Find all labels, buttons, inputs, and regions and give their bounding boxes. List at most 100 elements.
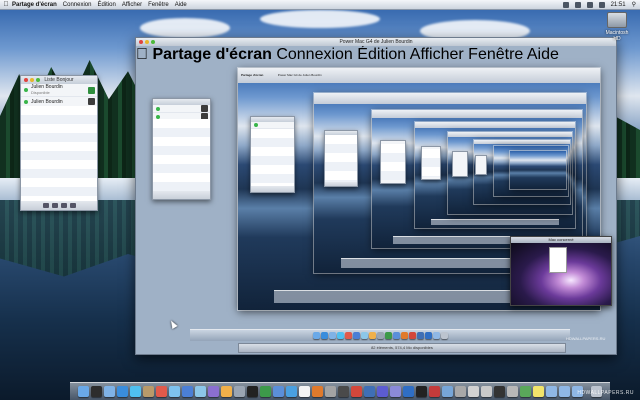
chess-icon[interactable] [325,386,336,397]
dashboard-icon[interactable] [91,386,102,397]
nested-buddy-toolbar [153,191,210,199]
menu-aide[interactable]: Aide [175,2,187,8]
dock [70,382,610,400]
console-icon[interactable] [494,386,505,397]
minimize-button[interactable] [145,40,149,44]
close-button[interactable] [24,78,28,82]
battery-icon[interactable] [598,1,605,8]
image-capture-icon[interactable] [442,386,453,397]
screen-sharing-icon[interactable] [273,386,284,397]
photo-booth-icon[interactable] [351,386,362,397]
remote-menubar:  Partage d'écran Connexion Édition Affi… [136,46,616,64]
iphoto-icon[interactable] [195,386,206,397]
online-status-icon [254,123,258,127]
nested-buddy-titlebar [251,117,294,122]
ical-icon[interactable] [156,386,167,397]
zoom-button[interactable] [36,78,40,82]
hard-drive-label: Macintosh HD [605,30,629,42]
calculator-icon[interactable] [312,386,323,397]
volume-icon[interactable] [586,1,593,8]
apple-menu-icon[interactable]:  [0,1,12,8]
documents-folder-icon[interactable] [546,386,557,397]
remote-apple-icon:  [136,46,148,63]
garageband-icon[interactable] [221,386,232,397]
font-book-icon[interactable] [429,386,440,397]
menu-extras: 21:51 ⚲ [562,1,640,8]
script-editor-icon[interactable] [468,386,479,397]
remote-ical-icon [344,332,352,339]
safari-icon[interactable] [117,386,128,397]
menu-afficher[interactable]: Afficher [122,2,142,8]
menu-clock[interactable]: 21:51 [611,2,626,8]
remote-quicktime-icon [424,332,432,339]
wifi-icon[interactable] [574,1,581,8]
remote-finder-icon [312,332,320,339]
cloud [140,18,230,38]
mail-icon[interactable] [104,386,115,397]
system-preferences-icon[interactable] [234,386,245,397]
stickies-icon[interactable] [533,386,544,397]
menu-fenetre[interactable]: Fenêtre [148,2,169,8]
bonjour-buddy-list-window[interactable]: Liste Bonjour Julien Bourdin Disponible … [20,75,98,211]
screen-share-icon[interactable] [69,203,76,208]
dictionary-icon[interactable] [338,386,349,397]
nested-menu-app-name: Partage d'écran [241,73,264,78]
dvd-player-icon[interactable] [416,386,427,397]
time-machine-icon[interactable] [364,386,375,397]
nested-menubar [415,122,575,129]
hard-drive-icon [607,12,627,28]
app-store-icon[interactable] [286,386,297,397]
buddy-list-item[interactable]: Julien Bourdin Disponible [21,84,97,97]
nested-buddy-empty [251,129,294,186]
itunes-icon[interactable] [182,386,193,397]
automator-icon[interactable] [455,386,466,397]
nested-buddy-list [324,130,358,187]
nested-menubar [448,132,572,137]
nested-buddy-row [251,122,294,129]
textedit-icon[interactable] [299,386,310,397]
menu-connexion[interactable]: Connexion [63,2,92,8]
online-status-icon [156,106,160,111]
font-icon[interactable] [42,203,49,208]
imovie-icon[interactable] [208,386,219,397]
spaces-icon[interactable] [377,386,388,397]
remote-safari-icon [320,332,328,339]
address-book-icon[interactable] [143,386,154,397]
downloads-folder-icon[interactable] [559,386,570,397]
video-chat-icon[interactable] [88,86,95,94]
buddy-list-titlebar[interactable]: Liste Bonjour [21,76,97,84]
preview-icon[interactable] [169,386,180,397]
remote-itunes-icon [352,332,360,339]
bluetooth-icon[interactable] [562,1,569,8]
hard-drive-desktop-icon[interactable]: Macintosh HD [602,12,632,42]
window-titlebar[interactable]: Power Mac G4 de Julien Bourdin [136,38,616,46]
expose-icon[interactable] [390,386,401,397]
keychain-icon[interactable] [507,386,518,397]
terminal-icon[interactable] [247,386,258,397]
quicktime-icon[interactable] [403,386,414,397]
zoom-button[interactable] [151,40,155,44]
audio-chat-icon[interactable] [51,203,58,208]
activity-monitor-icon[interactable] [260,386,271,397]
spotlight-icon[interactable]: ⚲ [632,1,636,8]
remote-trash-icon [440,332,448,339]
minimize-button[interactable] [30,78,34,82]
remote-screen-sharing-icon [392,332,400,339]
grapher-icon[interactable] [520,386,531,397]
nested-menubar [474,140,570,144]
menu-edition[interactable]: Édition [97,2,115,8]
avatar [88,98,95,105]
disk-utility-icon[interactable] [481,386,492,397]
contact-status: Disponible [31,90,50,95]
menu-app-name[interactable]: Partage d'écran [12,2,57,8]
remote-menu-edition: Édition [340,46,406,63]
finder-icon[interactable] [78,386,89,397]
remote-calculator-icon [400,332,408,339]
ichat-icon[interactable] [130,386,141,397]
nested-buddy-toolbar [251,186,294,192]
corner-window[interactable]: Mac concerné [510,236,612,306]
video-icon[interactable] [60,203,67,208]
nested-buddy-list [475,155,487,175]
close-button[interactable] [139,40,143,44]
remote-menu-app-name: Partage d'écran [136,46,271,63]
